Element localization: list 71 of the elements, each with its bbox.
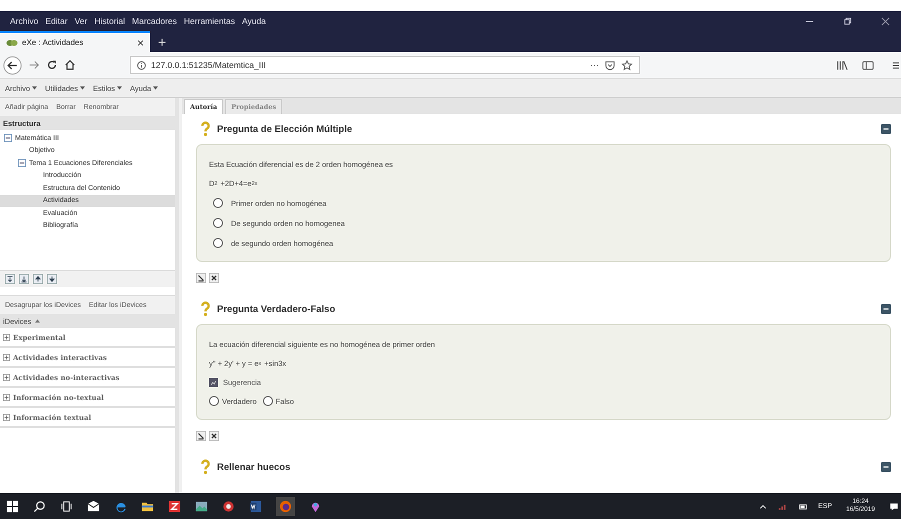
mail-icon[interactable] (87, 500, 100, 512)
delete-icon[interactable] (209, 431, 219, 441)
back-icon[interactable] (3, 56, 22, 74)
task-view-icon[interactable] (60, 500, 73, 512)
forward-icon[interactable] (28, 59, 40, 71)
radio-button[interactable] (213, 198, 223, 208)
caret-icon (153, 86, 158, 90)
collapse-icon[interactable] (4, 134, 12, 142)
question-title: Pregunta Verdadero-Falso (217, 304, 336, 314)
move-up-icon[interactable] (33, 274, 43, 284)
restore-icon[interactable] (843, 16, 852, 26)
notification-icon[interactable] (889, 502, 899, 510)
menu-item[interactable]: Ayuda (242, 16, 266, 26)
caret-icon (80, 86, 85, 90)
more-button[interactable]: ··· (590, 60, 599, 70)
menu-item[interactable]: Ver (74, 16, 88, 26)
sort-icon[interactable] (35, 319, 40, 323)
reload-icon[interactable] (46, 59, 58, 71)
move-down-icon[interactable] (47, 274, 57, 284)
caret-icon (117, 86, 122, 90)
browser-tab[interactable]: eXe : Actividades × (0, 31, 150, 52)
radio-button[interactable] (213, 238, 223, 248)
radio-button[interactable] (213, 218, 223, 228)
collapse-icon[interactable] (881, 462, 891, 472)
home-icon[interactable] (64, 59, 76, 71)
url-text: 127.0.0.1:51235/Matemtica_III (151, 60, 266, 70)
delete-icon[interactable] (209, 273, 219, 283)
star-icon[interactable] (621, 60, 633, 70)
menu-item[interactable]: Historial (94, 16, 126, 26)
collapse-icon[interactable] (881, 304, 891, 314)
word-icon[interactable] (249, 500, 262, 512)
edit-icon[interactable] (196, 431, 206, 441)
move-down-icon[interactable] (5, 274, 15, 284)
menu-icon[interactable] (892, 60, 899, 70)
battery-icon[interactable] (798, 502, 808, 510)
sidebar-icon[interactable] (862, 60, 874, 70)
image-icon[interactable] (195, 500, 208, 512)
new-tab-button[interactable]: + (150, 34, 174, 50)
firefox-icon[interactable] (276, 496, 295, 516)
collapse-icon[interactable] (881, 124, 891, 134)
expand-icon[interactable] (3, 374, 10, 380)
start-icon[interactable] (6, 500, 19, 512)
move-down-icon[interactable] (19, 274, 29, 284)
tab-close-button[interactable]: × (136, 36, 144, 50)
library-icon[interactable] (836, 60, 848, 70)
radio-button[interactable] (209, 396, 219, 406)
question-mark-icon (200, 301, 211, 317)
question-title: Rellenar huecos (217, 462, 290, 472)
question-mark-icon (200, 121, 211, 137)
menu-item[interactable]: Editar (45, 16, 68, 26)
edit-icon[interactable] (196, 273, 206, 283)
expand-icon[interactable] (3, 394, 10, 400)
address-bar[interactable]: 127.0.0.1:51235/Matemtica_III ··· (130, 56, 640, 74)
expand-icon[interactable] (3, 414, 10, 420)
menu-item[interactable]: Archivo (10, 16, 38, 26)
hint-icon[interactable] (209, 378, 218, 386)
document-icon[interactable] (168, 500, 181, 512)
expand-icon[interactable] (3, 354, 10, 360)
question-mark-icon (200, 459, 211, 475)
search-icon[interactable] (33, 500, 46, 512)
menu-item[interactable]: Marcadores (132, 16, 177, 26)
close-icon[interactable] (881, 16, 890, 26)
pocket-icon[interactable] (604, 60, 616, 70)
leaf-icon (6, 38, 18, 48)
caret-icon (32, 86, 38, 90)
expand-icon[interactable] (3, 334, 10, 340)
question-title: Pregunta de Elección Múltiple (217, 124, 352, 134)
menu-item[interactable]: Herramientas (184, 16, 235, 26)
info-icon (137, 60, 146, 70)
radio-button[interactable] (262, 396, 273, 406)
collapse-icon[interactable] (18, 159, 26, 168)
